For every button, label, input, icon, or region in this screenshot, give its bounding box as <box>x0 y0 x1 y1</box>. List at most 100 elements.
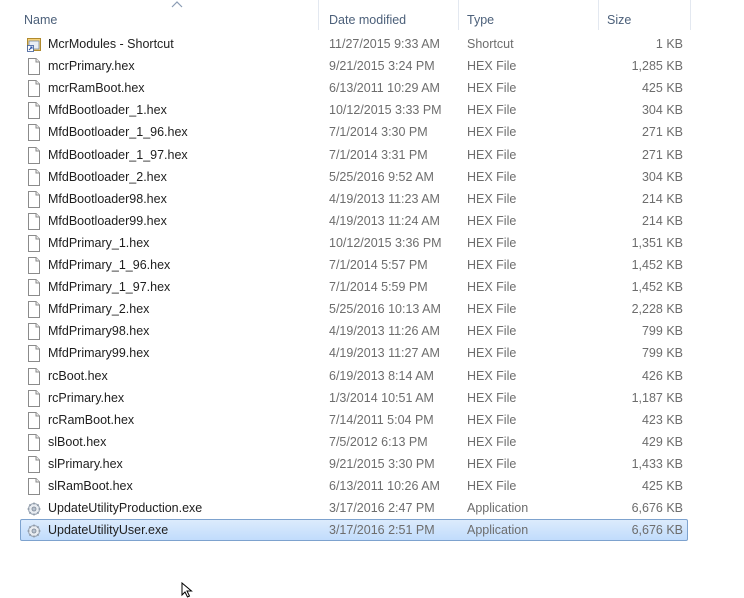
file-size: 6,676 KB <box>631 523 683 538</box>
file-name: rcBoot.hex <box>48 368 108 383</box>
file-row[interactable]: MfdBootloader99.hex 4/19/2013 11:24 AM HEX… <box>20 210 688 232</box>
file-type: HEX File <box>467 390 517 405</box>
file-row[interactable]: slRamBoot.hex 6/13/2011 10:26 AM HEX File 4… <box>20 475 688 497</box>
file-size: 1,285 KB <box>631 59 683 74</box>
file-icon <box>26 146 42 164</box>
file-row[interactable]: mcrPrimary.hex 9/21/2015 3:24 PM HEX File 1… <box>20 55 688 77</box>
file-icon <box>26 102 42 120</box>
file-date-modified: 11/27/2015 9:33 AM <box>329 37 440 51</box>
file-row[interactable]: MfdPrimary_2.hex 5/25/2016 10:13 AM HEX Fi… <box>20 298 688 320</box>
file-date-modified: 7/1/2014 3:31 PM <box>329 147 428 162</box>
column-divider[interactable] <box>458 0 459 30</box>
file-type: HEX File <box>467 169 517 184</box>
file-date-modified: 6/19/2013 8:14 AM <box>329 368 434 383</box>
file-size: 1,433 KB <box>631 456 683 471</box>
file-date-modified: 6/13/2011 10:29 AM <box>329 81 440 96</box>
file-type: HEX File <box>467 235 517 250</box>
file-icon <box>26 257 42 274</box>
file-name: MfdPrimary_1.hex <box>48 235 150 250</box>
file-row[interactable]: MfdPrimary99.hex 4/19/2013 11:27 AM HEX Fi… <box>20 342 688 364</box>
application-icon <box>26 522 42 539</box>
file-icon <box>26 323 42 341</box>
file-type: Application <box>467 501 529 516</box>
file-date-modified: 4/19/2013 11:24 AM <box>329 213 440 228</box>
file-row[interactable]: MfdBootloader_1_96.hex 7/1/2014 3:30 PM HE… <box>20 121 688 143</box>
file-icon <box>26 168 42 186</box>
file-row[interactable]: MfdPrimary_1.hex 10/12/2015 3:36 PM HEX Fi… <box>20 232 688 254</box>
file-row[interactable]: slBoot.hex 7/5/2012 6:13 PM HEX File 429 KB <box>20 431 688 453</box>
file-name: rcPrimary.hex <box>48 390 125 405</box>
file-size: 429 KB <box>641 434 683 449</box>
column-header-date-modified[interactable]: Date modified <box>329 11 406 29</box>
file-size: 423 KB <box>641 412 683 427</box>
file-name: MfdPrimary_1_97.hex <box>48 280 171 295</box>
file-date-modified: 7/1/2014 5:57 PM <box>329 258 428 272</box>
file-size: 214 KB <box>641 213 683 228</box>
column-divider[interactable] <box>690 0 691 30</box>
column-divider[interactable] <box>318 0 319 30</box>
file-row[interactable]: MfdPrimary_1_96.hex 7/1/2014 5:57 PM HEX F… <box>20 254 688 276</box>
file-size: 425 KB <box>641 479 683 493</box>
file-type: HEX File <box>467 479 517 493</box>
file-name: UpdateUtilityProduction.exe <box>48 501 203 516</box>
file-row[interactable]: rcRamBoot.hex 7/14/2011 5:04 PM HEX File 42… <box>20 409 688 431</box>
file-size: 799 KB <box>641 324 683 339</box>
file-size: 271 KB <box>641 147 683 162</box>
file-icon <box>26 367 42 385</box>
file-row[interactable]: MfdPrimary_1_97.hex 7/1/2014 5:59 PM HEX F… <box>20 276 688 298</box>
file-type: HEX File <box>467 59 517 74</box>
file-icon <box>26 80 42 98</box>
shortcut-icon <box>26 36 42 53</box>
file-row[interactable]: mcrRamBoot.hex 6/13/2011 10:29 AM HEX File… <box>20 77 688 99</box>
file-name: slBoot.hex <box>48 434 107 449</box>
file-icon <box>26 433 42 451</box>
file-date-modified: 4/19/2013 11:27 AM <box>329 346 440 361</box>
file-date-modified: 9/21/2015 3:24 PM <box>329 59 435 74</box>
file-row[interactable]: slPrimary.hex 9/21/2015 3:30 PM HEX File 1,… <box>20 453 688 475</box>
file-type: HEX File <box>467 280 517 295</box>
file-row[interactable]: rcPrimary.hex 1/3/2014 10:51 AM HEX File 1,… <box>20 387 688 409</box>
file-type: HEX File <box>467 456 517 471</box>
file-row[interactable]: UpdateUtilityProduction.exe 3/17/2016 2:4… <box>20 497 688 519</box>
file-name: McrModules - Shortcut <box>48 37 174 51</box>
file-row[interactable]: MfdPrimary98.hex 4/19/2013 11:26 AM HEX Fi… <box>20 320 688 342</box>
file-icon <box>26 58 42 76</box>
file-row[interactable]: MfdBootloader_2.hex 5/25/2016 9:52 AM HEX … <box>20 166 688 188</box>
file-explorer-window: Name Date modified Type Size McrModules … <box>0 0 744 598</box>
file-date-modified: 7/1/2014 5:59 PM <box>329 280 428 295</box>
file-size: 426 KB <box>641 368 683 383</box>
column-header-type[interactable]: Type <box>467 11 494 29</box>
file-type: HEX File <box>467 147 517 162</box>
file-type: HEX File <box>467 191 517 206</box>
file-size: 1,351 KB <box>631 235 683 250</box>
column-divider[interactable] <box>598 0 599 30</box>
file-date-modified: 1/3/2014 10:51 AM <box>329 390 434 405</box>
file-size: 1,452 KB <box>631 258 683 272</box>
file-name: mcrRamBoot.hex <box>48 81 145 96</box>
file-size: 1 KB <box>655 37 683 51</box>
file-row[interactable]: rcBoot.hex 6/19/2013 8:14 AM HEX File 426 K… <box>20 365 688 387</box>
file-row[interactable]: McrModules - Shortcut 11/27/2015 9:33 AM S… <box>20 33 688 55</box>
file-row[interactable]: MfdBootloader_1_97.hex 7/1/2014 3:31 PM HE… <box>20 144 688 166</box>
file-type: HEX File <box>467 258 517 272</box>
file-row-selected[interactable]: UpdateUtilityUser.exe 3/17/2016 2:51 PM Ap… <box>20 519 688 542</box>
file-icon <box>26 389 42 407</box>
file-icon <box>26 301 42 319</box>
file-type: HEX File <box>467 368 517 383</box>
file-date-modified: 4/19/2013 11:26 AM <box>329 324 440 339</box>
file-type: HEX File <box>467 302 517 317</box>
file-row[interactable]: MfdBootloader98.hex 4/19/2013 11:23 AM HEX… <box>20 188 688 210</box>
file-date-modified: 7/5/2012 6:13 PM <box>329 434 428 449</box>
file-type: HEX File <box>467 81 517 96</box>
file-date-modified: 10/12/2015 3:36 PM <box>329 235 442 250</box>
column-header-size[interactable]: Size <box>607 11 631 29</box>
file-icon <box>26 124 42 142</box>
file-name: MfdBootloader_1_97.hex <box>48 147 188 162</box>
sort-ascending-icon <box>171 1 183 8</box>
file-icon <box>26 345 42 363</box>
file-type: HEX File <box>467 412 517 427</box>
file-date-modified: 7/1/2014 3:30 PM <box>329 125 428 140</box>
file-row[interactable]: MfdBootloader_1.hex 10/12/2015 3:33 PM HEX… <box>20 99 688 121</box>
file-type: HEX File <box>467 346 517 361</box>
column-header-name[interactable]: Name <box>24 11 57 29</box>
